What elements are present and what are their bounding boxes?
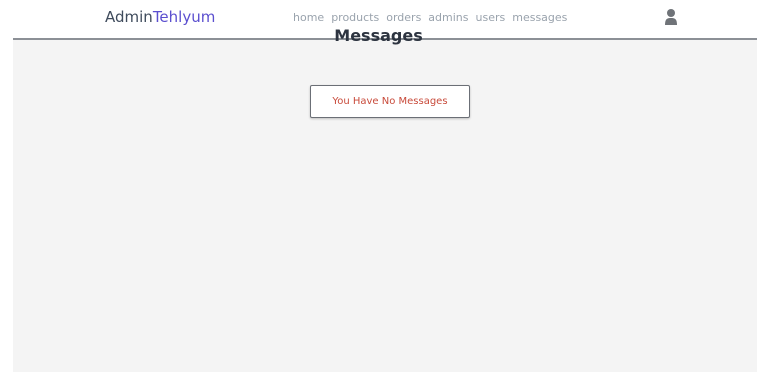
logo-prefix: Admin xyxy=(105,8,153,26)
logo-brand: Tehlyum xyxy=(152,8,216,26)
nav-users-link[interactable]: users xyxy=(476,10,506,26)
nav-products-link[interactable]: products xyxy=(331,10,379,26)
page: AdminTehlyum home products orders admins… xyxy=(0,0,757,372)
main-nav: home products orders admins users messag… xyxy=(293,10,567,26)
user-icon[interactable] xyxy=(664,8,678,26)
empty-messages-text: You Have No Messages xyxy=(332,96,448,107)
nav-admins-link[interactable]: admins xyxy=(428,10,468,26)
nav-orders-link[interactable]: orders xyxy=(386,10,421,26)
empty-messages-notice: You Have No Messages xyxy=(310,85,470,118)
page-title: Messages xyxy=(334,25,423,45)
nav-home-link[interactable]: home xyxy=(293,10,324,26)
nav-messages-link[interactable]: messages xyxy=(512,10,567,26)
